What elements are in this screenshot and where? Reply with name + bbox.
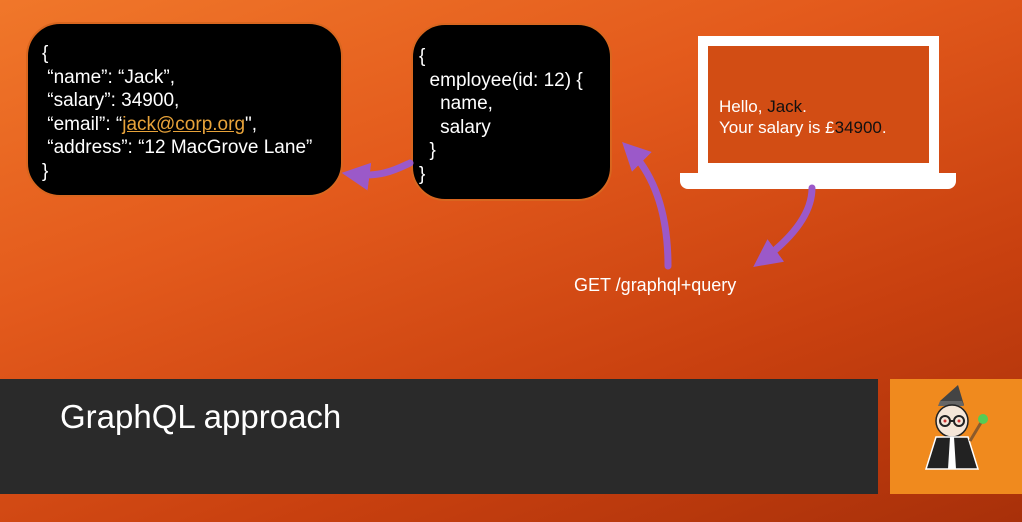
- request-to-query-arrow: [622, 142, 672, 270]
- mascot-tile: [890, 379, 1022, 494]
- request-label: GET /graphql+query: [574, 275, 737, 295]
- query-to-response-arrow: [341, 159, 414, 191]
- laptop-to-request-arrow: [753, 184, 816, 267]
- title-bar: GraphQL approach: [0, 379, 878, 494]
- mascot-icon: [924, 385, 988, 470]
- slide-title: GraphQL approach: [60, 398, 342, 435]
